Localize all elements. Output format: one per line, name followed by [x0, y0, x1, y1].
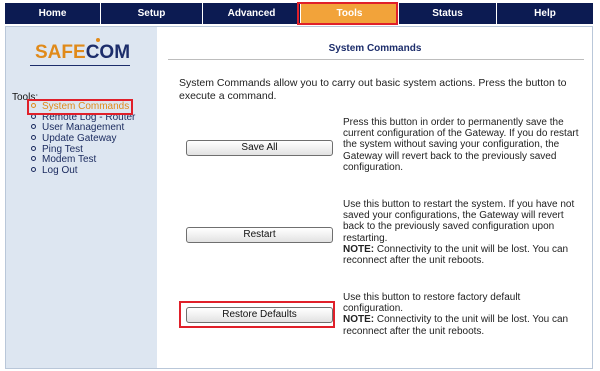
bullet-icon [31, 103, 36, 108]
sidebar-item-label: System Commands [42, 101, 130, 112]
command-description: Use this button to restart the system. I… [343, 199, 575, 244]
page-title: System Commands [328, 43, 422, 54]
save-all-description: Press this button in order to permanentl… [343, 117, 583, 173]
bullet-icon [31, 156, 36, 162]
restore-defaults-description: Use this button to restore factory defau… [343, 292, 583, 337]
bullet-icon [31, 145, 36, 151]
sidebar-item-label: Modem Test [42, 154, 97, 166]
tab-help[interactable]: Help [497, 3, 593, 24]
bullet-icon [31, 124, 36, 130]
tab-advanced[interactable]: Advanced [203, 3, 300, 24]
intro-text: System Commands allow you to carry out b… [179, 77, 567, 102]
tab-setup[interactable]: Setup [101, 3, 202, 24]
note-label: NOTE: [343, 243, 375, 255]
logo-part-com: COM [85, 42, 131, 63]
save-all-button[interactable]: Save All [186, 140, 333, 156]
sidebar-item-label: Remote Log - Router [42, 111, 136, 123]
bullet-icon [31, 135, 36, 141]
tab-home[interactable]: Home [5, 3, 100, 24]
bullet-icon [31, 113, 36, 119]
logo-part-safe: SAFE [35, 42, 86, 63]
note-text: Connectivity to the unit will be lost. Y… [343, 314, 569, 337]
logo-underline [30, 65, 130, 66]
bullet-icon [31, 167, 36, 173]
top-nav: Home Setup Advanced Tools Status Help [5, 3, 593, 24]
sidebar-item-label: Ping Test [42, 143, 83, 155]
command-description: Press this button in order to permanentl… [343, 117, 579, 173]
sidebar-item-log-out[interactable]: Log Out [31, 165, 135, 177]
sidebar [6, 27, 157, 368]
command-description: Use this button to restore factory defau… [343, 292, 521, 315]
sidebar-menu: System Commands Remote Log - Router User… [31, 101, 136, 177]
sidebar-item-label: User Management [42, 122, 125, 134]
restart-button[interactable]: Restart [186, 227, 333, 243]
main-content: System Commands System Commands allow yo… [158, 27, 592, 368]
tab-tools[interactable]: Tools [301, 3, 398, 24]
safecom-logo: SAFECOM [35, 42, 130, 64]
note-text: Connectivity to the unit will be lost. Y… [343, 243, 569, 267]
restart-description: Use this button to restart the system. I… [343, 199, 583, 266]
note-label: NOTE: [343, 314, 375, 326]
title-divider [168, 59, 584, 60]
tab-status[interactable]: Status [399, 3, 496, 24]
restore-defaults-button[interactable]: Restore Defaults [186, 307, 333, 323]
sidebar-item-label: Update Gateway [42, 133, 117, 145]
sidebar-item-label: Log Out [42, 165, 78, 177]
logo-dot [96, 38, 100, 42]
